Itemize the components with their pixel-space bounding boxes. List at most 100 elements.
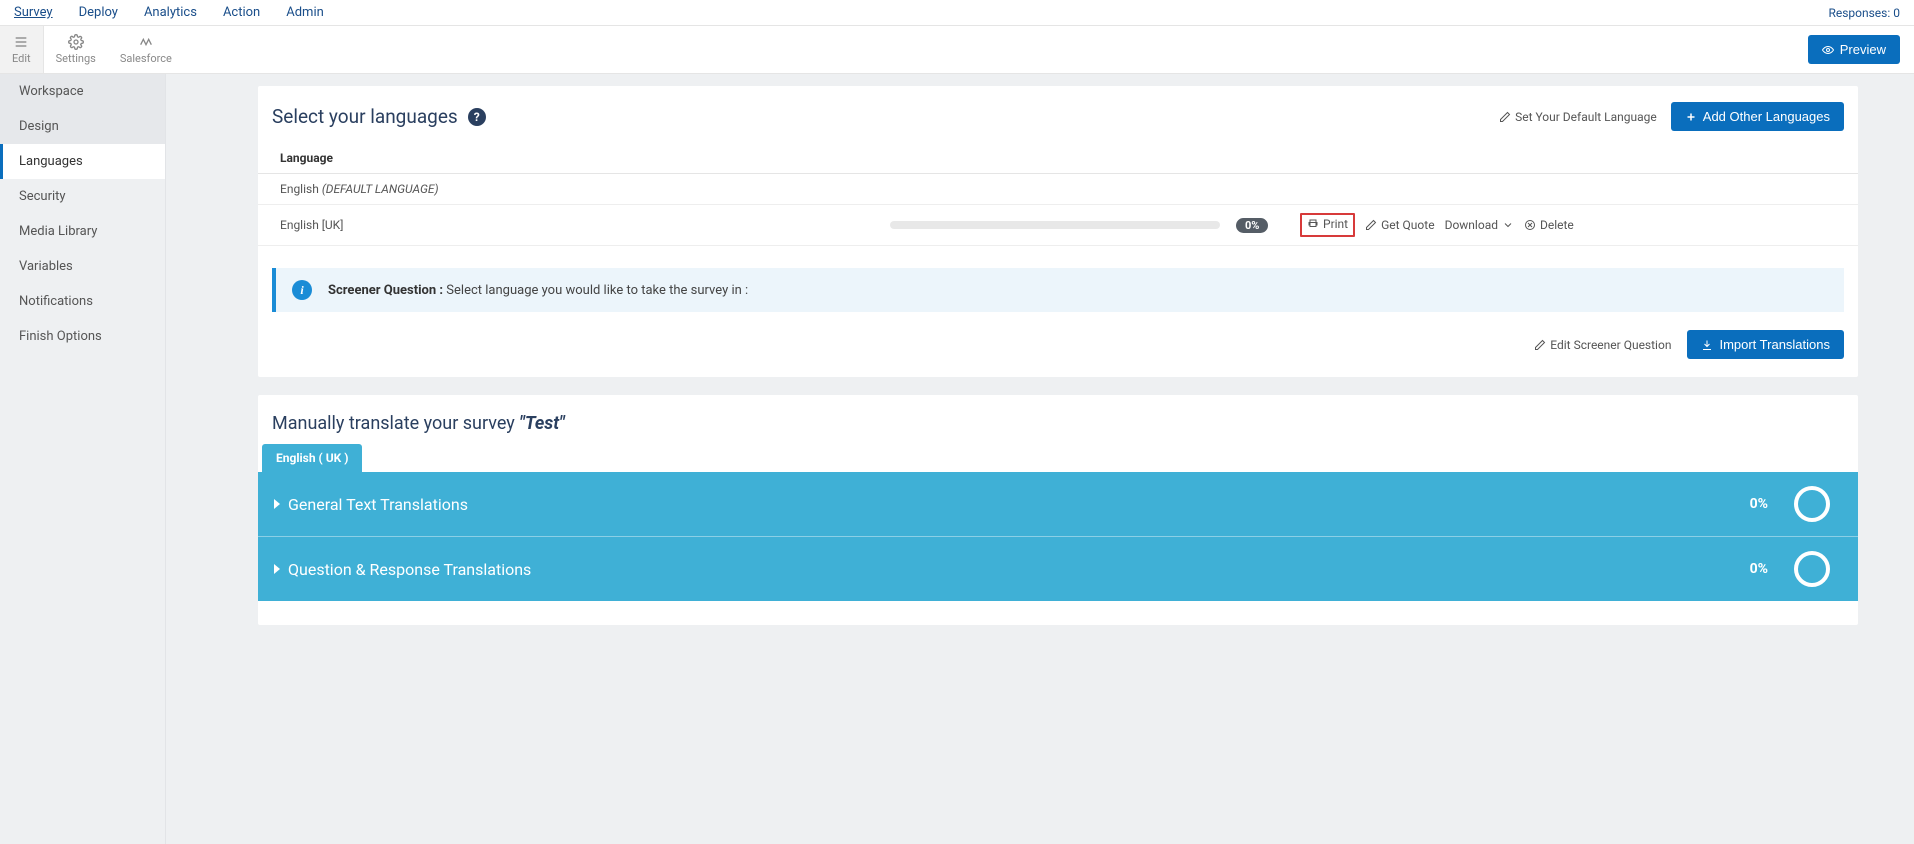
delete-label: Delete	[1540, 218, 1574, 232]
toolbar-settings[interactable]: Settings	[44, 26, 108, 73]
accordion-general-left: General Text Translations	[274, 495, 468, 514]
language-default-name: English (DEFAULT LANGUAGE)	[280, 182, 890, 196]
edit-icon	[12, 34, 30, 50]
accordion-general-right: 0%	[1750, 486, 1830, 522]
languages-actions: Set Your Default Language Add Other Lang…	[1499, 102, 1844, 131]
info-icon: i	[292, 280, 312, 300]
import-translations-button[interactable]: Import Translations	[1687, 330, 1844, 359]
language-row: English [UK] 0% Print	[258, 205, 1858, 246]
help-icon[interactable]: ?	[468, 108, 486, 126]
add-other-languages-button[interactable]: Add Other Languages	[1671, 102, 1844, 131]
language-default-row: English (DEFAULT LANGUAGE)	[258, 174, 1858, 205]
translate-accordion: General Text Translations 0% Question & …	[258, 472, 1858, 601]
import-icon	[1701, 339, 1713, 351]
gear-icon	[67, 34, 85, 50]
pencil-icon	[1534, 339, 1546, 351]
download-label: Download	[1445, 218, 1498, 232]
top-nav: Survey Deploy Analytics Action Admin Res…	[0, 0, 1914, 26]
download-link[interactable]: Download	[1445, 218, 1514, 232]
translate-card: Manually translate your survey "Test" En…	[258, 395, 1858, 625]
sidebar-item-languages[interactable]: Languages	[0, 144, 165, 179]
accordion-qr-right: 0%	[1750, 551, 1830, 587]
screener-text: Select language you would like to take t…	[446, 283, 748, 298]
progress-percent: 0%	[1236, 218, 1268, 233]
print-label: Print	[1323, 217, 1348, 231]
sidebar: Workspace Design Languages Security Medi…	[0, 74, 166, 844]
toolbar: Edit Settings Salesforce Preview	[0, 26, 1914, 74]
sidebar-item-variables[interactable]: Variables	[0, 249, 165, 284]
add-other-languages-label: Add Other Languages	[1703, 109, 1830, 124]
plus-icon	[1685, 111, 1697, 123]
accordion-general-text[interactable]: General Text Translations 0%	[258, 472, 1858, 537]
nav-action[interactable]: Action	[223, 3, 260, 22]
layout: Workspace Design Languages Security Medi…	[0, 74, 1914, 844]
set-default-language-link[interactable]: Set Your Default Language	[1499, 110, 1657, 124]
language-tabstrip: English ( UK )	[258, 444, 1858, 472]
accordion-qr-title: Question & Response Translations	[288, 560, 531, 579]
toolbar-salesforce-label: Salesforce	[120, 52, 172, 65]
languages-title: Select your languages ?	[272, 105, 486, 128]
preview-label: Preview	[1840, 42, 1886, 57]
progress-ring-icon	[1794, 486, 1830, 522]
sidebar-item-design[interactable]: Design	[0, 109, 165, 144]
nav-survey[interactable]: Survey	[14, 3, 53, 22]
responses-count[interactable]: Responses: 0	[1828, 6, 1900, 20]
print-icon	[1307, 218, 1319, 230]
nav-admin[interactable]: Admin	[286, 3, 324, 22]
language-default-badge: (DEFAULT LANGUAGE)	[322, 182, 439, 196]
languages-card: Select your languages ? Set Your Default…	[258, 86, 1858, 377]
accordion-qr-percent: 0%	[1750, 561, 1768, 577]
language-row-name: English [UK]	[280, 218, 890, 232]
languages-title-text: Select your languages	[272, 105, 458, 128]
salesforce-icon	[137, 34, 155, 50]
toolbar-salesforce[interactable]: Salesforce	[108, 26, 184, 73]
screener-info-banner: i Screener Question : Select language yo…	[272, 268, 1844, 312]
language-tab-english-uk[interactable]: English ( UK )	[262, 444, 362, 472]
screener-label: Screener Question :	[328, 283, 443, 298]
chevron-down-icon	[1502, 219, 1514, 231]
toolbar-settings-label: Settings	[56, 52, 96, 65]
set-default-language-label: Set Your Default Language	[1515, 110, 1657, 124]
caret-right-icon	[274, 564, 280, 574]
sidebar-item-finish-options[interactable]: Finish Options	[0, 319, 165, 354]
top-nav-tabs: Survey Deploy Analytics Action Admin	[14, 3, 324, 22]
language-row-progress: 0%	[890, 218, 1300, 233]
languages-header: Select your languages ? Set Your Default…	[258, 86, 1858, 143]
translate-title: Manually translate your survey "Test"	[258, 395, 1858, 444]
accordion-general-title: General Text Translations	[288, 495, 468, 514]
delete-link[interactable]: Delete	[1524, 218, 1574, 232]
pencil-icon	[1499, 111, 1511, 123]
sidebar-item-security[interactable]: Security	[0, 179, 165, 214]
pencil-icon	[1365, 219, 1377, 231]
language-default-text: English	[280, 182, 319, 196]
translate-title-prefix: Manually translate your survey	[272, 413, 519, 434]
edit-screener-link[interactable]: Edit Screener Question	[1534, 338, 1671, 352]
languages-card-footer: Edit Screener Question Import Translatio…	[258, 312, 1858, 377]
print-link[interactable]: Print	[1307, 217, 1348, 231]
progress-bar	[890, 221, 1220, 229]
preview-button[interactable]: Preview	[1808, 35, 1900, 64]
accordion-question-response[interactable]: Question & Response Translations 0%	[258, 537, 1858, 601]
nav-deploy[interactable]: Deploy	[79, 3, 118, 22]
main-content: Select your languages ? Set Your Default…	[166, 74, 1914, 844]
language-column-header: Language	[258, 143, 1858, 174]
sidebar-item-notifications[interactable]: Notifications	[0, 284, 165, 319]
sidebar-item-workspace[interactable]: Workspace	[0, 74, 165, 109]
language-table: Language English (DEFAULT LANGUAGE) Engl…	[258, 143, 1858, 246]
nav-analytics[interactable]: Analytics	[144, 3, 197, 22]
sidebar-item-media-library[interactable]: Media Library	[0, 214, 165, 249]
translate-survey-name: "Test"	[519, 413, 564, 434]
get-quote-link[interactable]: Get Quote	[1365, 218, 1434, 232]
accordion-general-percent: 0%	[1750, 496, 1768, 512]
accordion-qr-left: Question & Response Translations	[274, 560, 531, 579]
screener-text-wrap: Screener Question : Select language you …	[328, 283, 748, 298]
toolbar-edit[interactable]: Edit	[0, 26, 44, 73]
toolbar-left: Edit Settings Salesforce	[0, 26, 184, 73]
eye-icon	[1822, 44, 1834, 56]
get-quote-label: Get Quote	[1381, 218, 1434, 232]
import-translations-label: Import Translations	[1719, 337, 1830, 352]
progress-ring-icon	[1794, 551, 1830, 587]
edit-screener-label: Edit Screener Question	[1550, 338, 1671, 352]
delete-icon	[1524, 219, 1536, 231]
language-row-actions: Print Get Quote Download	[1300, 213, 1836, 237]
